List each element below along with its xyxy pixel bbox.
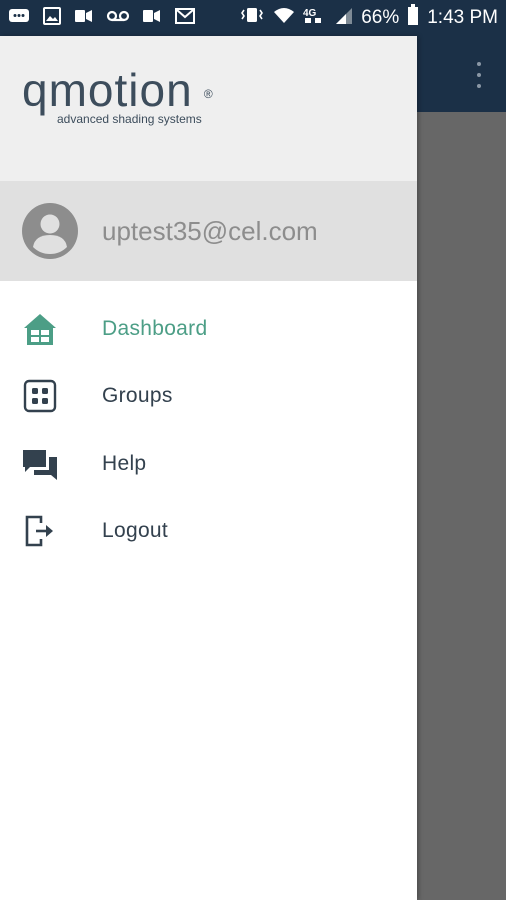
voicemail-icon <box>74 7 94 30</box>
more-vert-icon[interactable] <box>474 62 484 88</box>
account-circle-icon <box>22 203 78 259</box>
drawer-header: qmotion ® advanced shading systems <box>0 36 417 181</box>
menu-label-help: Help <box>102 451 147 475</box>
message-icon <box>142 7 162 30</box>
brand-logo: qmotion ® advanced shading systems <box>22 64 213 126</box>
menu-item-dashboard[interactable]: Dashboard <box>0 295 417 363</box>
battery-percent: 66% <box>361 7 400 28</box>
drawer-menu: Dashboard Groups Help Logout <box>0 281 417 565</box>
lte-icon: 4G <box>303 5 327 31</box>
system-status: 4G 66% 1:43 PM <box>239 4 498 32</box>
menu-label-dashboard: Dashboard <box>102 316 208 340</box>
svg-text:4G: 4G <box>303 8 317 19</box>
wifi-icon <box>273 5 295 31</box>
user-email: uptest35@cel.com <box>102 215 318 246</box>
user-account-row[interactable]: uptest35@cel.com <box>0 181 417 281</box>
menu-item-logout[interactable]: Logout <box>0 498 417 566</box>
clock: 1:43 PM <box>427 7 498 28</box>
gallery-icon <box>42 6 62 30</box>
vibrate-icon <box>239 5 265 31</box>
menu-item-groups[interactable]: Groups <box>0 363 417 431</box>
home-icon <box>22 311 58 347</box>
logo-brand: qmotion <box>22 64 193 116</box>
chat-icon <box>22 446 58 482</box>
gmail-icon <box>174 7 196 30</box>
menu-label-groups: Groups <box>102 384 173 408</box>
menu-item-help[interactable]: Help <box>0 430 417 498</box>
logo-wordmark: qmotion ® <box>22 64 213 116</box>
battery-icon <box>407 4 419 32</box>
registered-mark: ® <box>203 87 214 101</box>
signal-icon <box>335 5 353 31</box>
message-icon <box>8 7 30 30</box>
logout-icon <box>22 513 58 549</box>
notification-icons <box>8 6 196 30</box>
status-bar: 4G 66% 1:43 PM <box>0 0 506 36</box>
navigation-drawer: qmotion ® advanced shading systems uptest… <box>0 36 417 900</box>
menu-label-logout: Logout <box>102 519 169 543</box>
groups-grid-icon <box>22 378 58 414</box>
voicemail-icon <box>106 7 130 30</box>
